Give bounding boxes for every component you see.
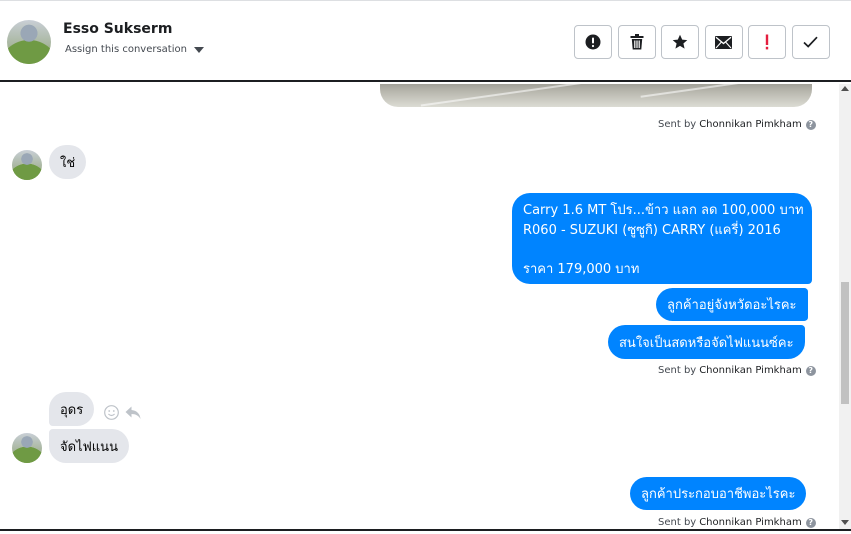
avatar[interactable] <box>12 150 42 180</box>
help-icon[interactable]: ? <box>805 365 816 376</box>
mark-important-button[interactable] <box>748 25 786 59</box>
avatar[interactable] <box>7 20 51 64</box>
divider <box>0 529 851 531</box>
sent-by-label: Sent by Chonnikan Pimkham? <box>658 365 816 376</box>
help-icon[interactable]: ? <box>805 517 816 528</box>
help-icon[interactable]: ? <box>805 119 816 130</box>
assign-conversation-dropdown[interactable]: Assign this conversation <box>65 44 204 55</box>
contact-name[interactable]: Esso Sukserm <box>63 21 172 37</box>
trash-icon <box>630 34 643 50</box>
scrollbar[interactable] <box>839 84 851 529</box>
sent-by-label: Sent by Chonnikan Pimkham? <box>658 517 816 528</box>
chevron-down-icon <box>193 46 204 53</box>
reply-icon[interactable] <box>125 406 141 420</box>
assign-label: Assign this conversation <box>65 44 187 55</box>
exclamation-icon <box>765 34 769 50</box>
star-button[interactable] <box>661 25 699 59</box>
scroll-up-arrow[interactable] <box>841 86 849 91</box>
scroll-down-arrow[interactable] <box>841 520 849 525</box>
incoming-message[interactable]: ใช่ <box>49 145 87 179</box>
message-actions <box>104 405 141 420</box>
mail-icon <box>715 35 732 49</box>
header-actions <box>574 25 835 59</box>
check-icon <box>803 36 818 48</box>
outgoing-message[interactable]: ลูกค้าประกอบอาชีพอะไรคะ <box>630 477 807 510</box>
alert-icon <box>585 34 601 50</box>
mark-spam-button[interactable] <box>574 25 612 59</box>
message-thread: Sent by Chonnikan Pimkham? ใช่ Carry 1.6 … <box>0 84 838 529</box>
incoming-message[interactable]: จัดไฟแนน <box>49 429 129 463</box>
conversation-header: Esso Sukserm Assign this conversation <box>0 0 851 82</box>
mark-unread-button[interactable] <box>704 25 743 59</box>
outgoing-message[interactable]: Carry 1.6 MT โปร...ข้าว แลก ลด 100,000 บ… <box>512 193 812 284</box>
image-attachment[interactable] <box>380 84 812 107</box>
star-icon <box>672 34 688 49</box>
incoming-message[interactable]: อุดร <box>49 392 95 426</box>
delete-button[interactable] <box>617 25 656 59</box>
outgoing-message[interactable]: สนใจเป็นสดหรือจัดไฟแนนซ์คะ <box>608 325 805 359</box>
outgoing-message[interactable]: ลูกค้าอยู่จังหวัดอะไรคะ <box>656 288 808 321</box>
sent-by-label: Sent by Chonnikan Pimkham? <box>658 119 816 130</box>
mark-done-button[interactable] <box>791 25 830 59</box>
avatar[interactable] <box>12 433 42 463</box>
emoji-icon[interactable] <box>104 405 119 420</box>
scrollbar-thumb[interactable] <box>841 282 849 404</box>
